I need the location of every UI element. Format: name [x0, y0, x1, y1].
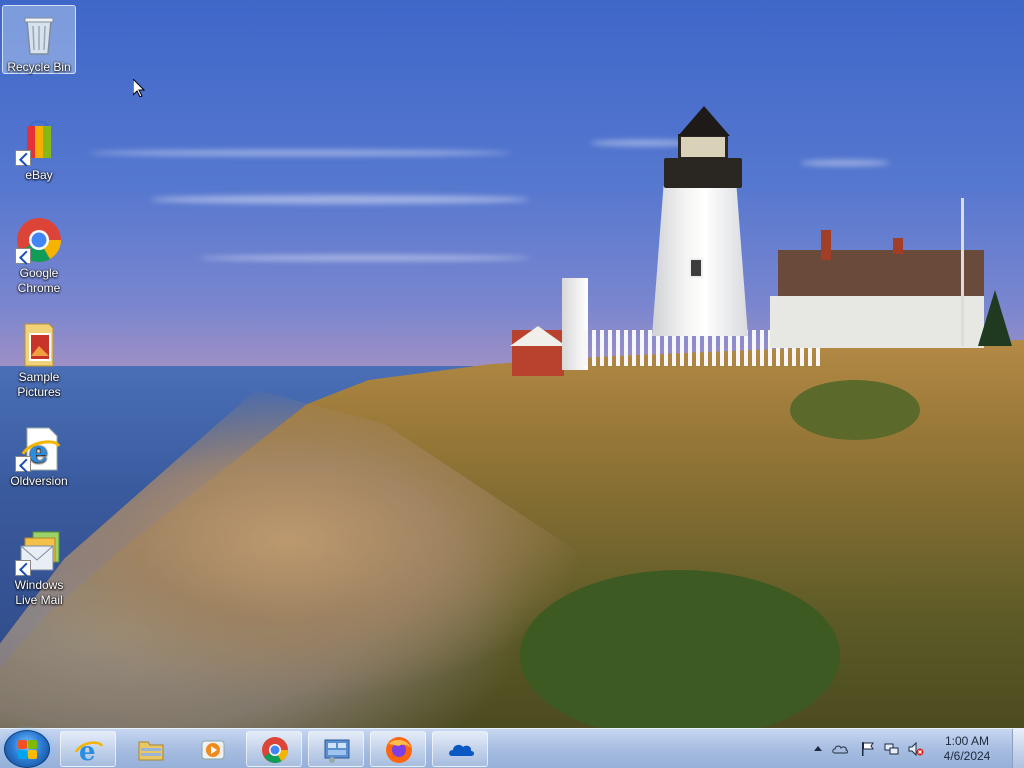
- internet-explorer-icon: e: [75, 737, 103, 764]
- taskbar-control-panel[interactable]: [308, 731, 364, 767]
- mail-icon: [15, 528, 63, 576]
- taskbar-firefox[interactable]: [370, 731, 426, 767]
- desktop-icon-label: Recycle Bin: [7, 60, 71, 74]
- cloud: [150, 195, 530, 204]
- keeper-house: [770, 296, 984, 348]
- cloud: [800, 160, 890, 166]
- desktop-icon-recycle-bin[interactable]: Recycle Bin: [2, 5, 76, 74]
- pictures-folder-icon: [15, 320, 63, 368]
- taskbar-chrome[interactable]: [246, 731, 302, 767]
- taskbar: e 1:00 AM 4/6/2024: [0, 728, 1024, 768]
- taskbar-media-player[interactable]: [184, 731, 240, 767]
- bush: [790, 380, 920, 440]
- lighthouse-lantern: [678, 134, 728, 160]
- network-icon[interactable]: [884, 741, 900, 757]
- shortcut-arrow-icon: [15, 560, 31, 576]
- taskbar-file-explorer[interactable]: [122, 731, 178, 767]
- cloud-icon: [449, 744, 474, 756]
- media-player-icon: [201, 740, 225, 760]
- svg-text:e: e: [79, 737, 96, 764]
- desktop-icon-windows-live-mail[interactable]: Windows Live Mail: [2, 524, 76, 608]
- volume-muted-icon[interactable]: [908, 741, 924, 757]
- clock-date: 4/6/2024: [943, 749, 991, 763]
- shortcut-arrow-icon: [15, 150, 31, 166]
- ebay-icon: [15, 118, 63, 166]
- chrome-icon: [262, 737, 289, 763]
- desktop-icon-label: Windows Live Mail: [14, 578, 64, 607]
- show-desktop-button[interactable]: [1012, 729, 1024, 768]
- chimney: [821, 230, 831, 260]
- control-panel-icon: [324, 739, 350, 763]
- show-hidden-icons-arrow[interactable]: [810, 741, 826, 757]
- desktop-icon-label: Oldversion: [10, 474, 68, 488]
- onedrive-tray-icon[interactable]: [832, 741, 848, 757]
- lighthouse-gallery: [664, 158, 742, 188]
- taskbar-internet-explorer[interactable]: e: [60, 731, 116, 767]
- system-tray: 1:00 AM 4/6/2024: [810, 729, 1024, 768]
- chrome-icon: [15, 216, 63, 264]
- flag-pole: [961, 198, 964, 346]
- desktop-icon-label: Sample Pictures: [17, 370, 61, 399]
- recycle-bin-icon: [15, 10, 63, 58]
- cloud: [200, 255, 530, 261]
- clock-time: 1:00 AM: [944, 734, 990, 748]
- desktop-icon-label: Google Chrome: [17, 266, 61, 295]
- start-button[interactable]: [4, 730, 50, 768]
- shortcut-arrow-icon: [15, 248, 31, 264]
- mouse-cursor-icon: [133, 79, 145, 97]
- taskbar-onedrive[interactable]: [432, 731, 488, 767]
- firefox-icon: [386, 737, 412, 763]
- lighthouse-window: [689, 258, 703, 278]
- desktop-icon-ebay[interactable]: eBay: [2, 114, 76, 183]
- action-center-flag-icon[interactable]: [860, 741, 876, 757]
- desktop-wallpaper: [0, 0, 1024, 728]
- chimney: [893, 238, 903, 254]
- desktop-icon-oldversion[interactable]: e Oldversion: [2, 420, 76, 489]
- lighthouse-roof: [678, 106, 730, 136]
- cloud: [90, 150, 510, 156]
- folder-icon: [138, 741, 164, 761]
- desktop-icon-google-chrome[interactable]: Google Chrome: [2, 212, 76, 296]
- desktop-icon-label: eBay: [25, 168, 53, 182]
- windows-logo-icon: [18, 740, 38, 760]
- desktop-icon-sample-pictures[interactable]: Sample Pictures: [2, 316, 76, 400]
- bush: [520, 570, 840, 728]
- shortcut-arrow-icon: [15, 456, 31, 472]
- taskbar-clock[interactable]: 1:00 AM 4/6/2024: [932, 734, 1002, 764]
- internet-explorer-doc-icon: e: [15, 424, 63, 472]
